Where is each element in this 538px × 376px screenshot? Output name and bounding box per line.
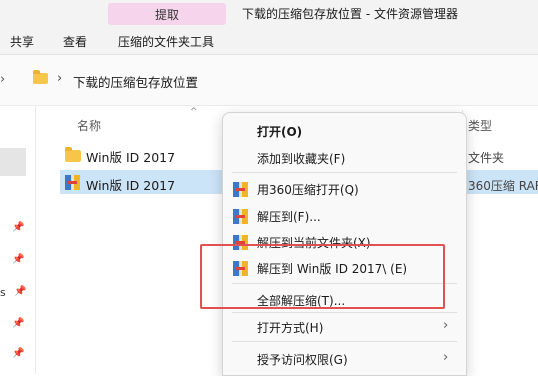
file-name[interactable]: Win版 ID 2017 — [86, 175, 175, 194]
archive-icon — [233, 182, 248, 197]
chevron-right-icon: › — [443, 350, 449, 365]
column-header-name[interactable]: 名称 — [77, 117, 101, 134]
highlight-box — [200, 244, 445, 309]
menu-item-extract-to[interactable]: 解压到(F)... — [257, 208, 321, 225]
file-type: 文件夹 — [468, 151, 505, 165]
sort-up-icon: ^ — [190, 107, 198, 117]
window-title: 下载的压缩包存放位置 - 文件资源管理器 — [242, 7, 458, 21]
menu-item-grant-access[interactable]: 授予访问权限(G) — [257, 351, 348, 368]
tab-share[interactable]: 共享 — [10, 33, 34, 50]
menu-divider — [232, 341, 457, 342]
navigation-pane — [0, 106, 36, 374]
file-type: 360压缩 RAR — [468, 179, 538, 193]
menu-divider — [232, 172, 457, 173]
folder-icon — [33, 70, 48, 84]
column-header-type[interactable]: 类型 — [468, 117, 492, 134]
breadcrumb[interactable]: 下载的压缩包存放位置 — [73, 72, 198, 91]
menu-item-add-to-favorites[interactable]: 添加到收藏夹(F) — [257, 150, 345, 167]
archive-icon — [65, 175, 80, 190]
pin-icon: 📌 — [12, 222, 25, 233]
tab-compressed-folder-tools[interactable]: 压缩的文件夹工具 — [118, 33, 214, 50]
chevron-right-icon[interactable]: › — [57, 71, 62, 86]
pin-icon: 📌 — [12, 254, 25, 265]
tab-view[interactable]: 查看 — [63, 33, 87, 50]
pin-icon: 📌 — [12, 318, 25, 329]
nav-selected-item[interactable] — [0, 148, 26, 176]
chevron-right-icon[interactable]: › — [0, 72, 5, 87]
archive-icon — [233, 209, 248, 224]
pin-icon: 📌 — [12, 348, 25, 359]
pin-icon: 📌 — [14, 286, 27, 297]
menu-item-open-with[interactable]: 打开方式(H) — [257, 319, 323, 336]
menu-item-open-with-360[interactable]: 用360压缩打开(Q) — [257, 181, 359, 198]
nav-item-label[interactable]: s — [0, 286, 6, 299]
extract-tab[interactable]: 提取 — [108, 3, 226, 25]
menu-item-open[interactable]: 打开(O) — [257, 123, 302, 140]
folder-icon — [65, 147, 81, 162]
file-name[interactable]: Win版 ID 2017 — [86, 147, 175, 166]
chevron-right-icon: › — [443, 318, 449, 333]
menu-divider — [232, 312, 457, 313]
